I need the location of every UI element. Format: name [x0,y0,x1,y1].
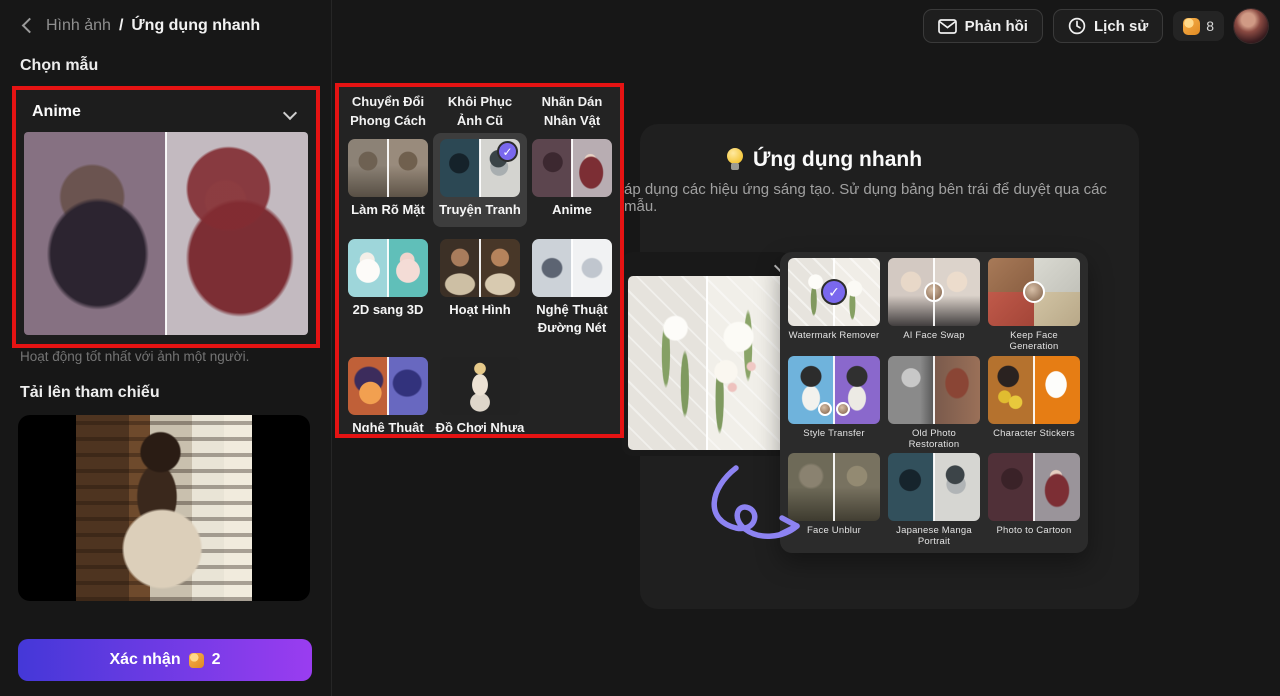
back-icon[interactable] [16,15,38,37]
arrow-doodle-icon [698,462,808,557]
template-thumb-nghe-thuat-duong-net [532,239,612,297]
template-select[interactable]: Anime [24,94,308,130]
quick-apply-subtitle: áp dụng các hiệu ứng sáng tạo. Sử dụng b… [624,181,1144,215]
credit-badge[interactable]: 8 [1173,11,1224,41]
page-title: Ứng dụng nhanh [131,17,260,35]
clock-icon [1068,17,1086,35]
effect-thumb-photo-to-cartoon [988,453,1080,521]
template-thumb-truyen-tranh: ✓ [440,139,520,197]
effect-thumb-character-stickers [988,356,1080,424]
reference-image [76,415,252,601]
effect-thumb-old-photo-restoration [888,356,980,424]
popup-column-style-transfer: Chuyển Đổi Phong Cách [343,93,433,131]
template-thumb-do-choi-nhua [440,357,520,415]
sidebar-divider [331,0,332,696]
confirm-button-label: Xác nhận [109,651,180,669]
breadcrumb-separator: / [119,17,123,35]
selected-check-icon: ✓ [821,279,847,305]
template-thumb-lam-ro-mat [348,139,428,197]
confirm-button[interactable]: Xác nhận 2 [18,639,312,681]
top-bar: Hình ảnh / Ứng dụng nhanh Phản hồi Lịch … [0,0,1280,52]
feedback-button[interactable]: Phản hồi [923,9,1043,43]
selected-template-preview-card [622,252,790,456]
effect-thumb-keep-face-generation [988,258,1080,326]
credit-count: 8 [1206,18,1214,34]
template-thumb-nghe-thuat [348,357,428,415]
upload-reference-label: Tải lên tham chiếu [20,384,160,402]
popup-column-old-photo: Khôi Phục Ảnh Cũ [435,93,525,131]
chevron-down-icon [285,107,296,118]
template-selector-card: Anime [14,88,318,345]
history-button[interactable]: Lịch sử [1053,9,1163,43]
template-popup: Chuyển Đổi Phong Cách Khôi Phục Ảnh Cũ N… [337,85,622,436]
face-inset-icon [924,282,944,302]
breadcrumb-section[interactable]: Hình ảnh [46,17,111,35]
template-thumb-hoat-hinh [440,239,520,297]
effect-thumb-japanese-manga-portrait [888,453,980,521]
quick-apply-panel: Ứng dụng nhanh áp dụng các hiệu ứng sáng… [640,124,1139,609]
reference-upload-area[interactable] [18,415,310,601]
template-thumb-2d-sang-3d [348,239,428,297]
avatar[interactable] [1234,9,1268,43]
coin-icon [189,653,204,668]
style-inset-icon [836,402,850,416]
effects-grid: ✓ Watermark Remover AI Face Swap Keep Fa… [780,252,1088,553]
effect-thumb-watermark-remover: ✓ [788,258,880,326]
lightbulb-icon [726,148,744,172]
style-inset-icon [818,402,832,416]
template-thumb-anime [532,139,612,197]
choose-template-label: Chọn mẫu [20,57,98,75]
face-inset-icon [1023,281,1045,303]
confirm-button-cost: 2 [212,651,221,669]
coin-icon [1183,18,1200,35]
effect-thumb-ai-face-swap [888,258,980,326]
effect-thumb-style-transfer [788,356,880,424]
feedback-button-label: Phản hồi [965,18,1028,35]
template-preview-image [24,132,308,335]
watermark-remover-preview-image [628,276,786,450]
template-select-value: Anime [32,103,81,121]
quick-apply-title: Ứng dụng nhanh [726,148,922,172]
breadcrumb: Hình ảnh / Ứng dụng nhanh [16,15,260,37]
history-button-label: Lịch sử [1094,18,1148,35]
popup-column-character-sticker: Nhãn Dán Nhân Vật [527,93,617,131]
template-hint: Hoạt động tốt nhất với ảnh một người. [20,349,249,364]
envelope-icon [938,19,957,34]
selected-check-icon: ✓ [497,141,518,162]
